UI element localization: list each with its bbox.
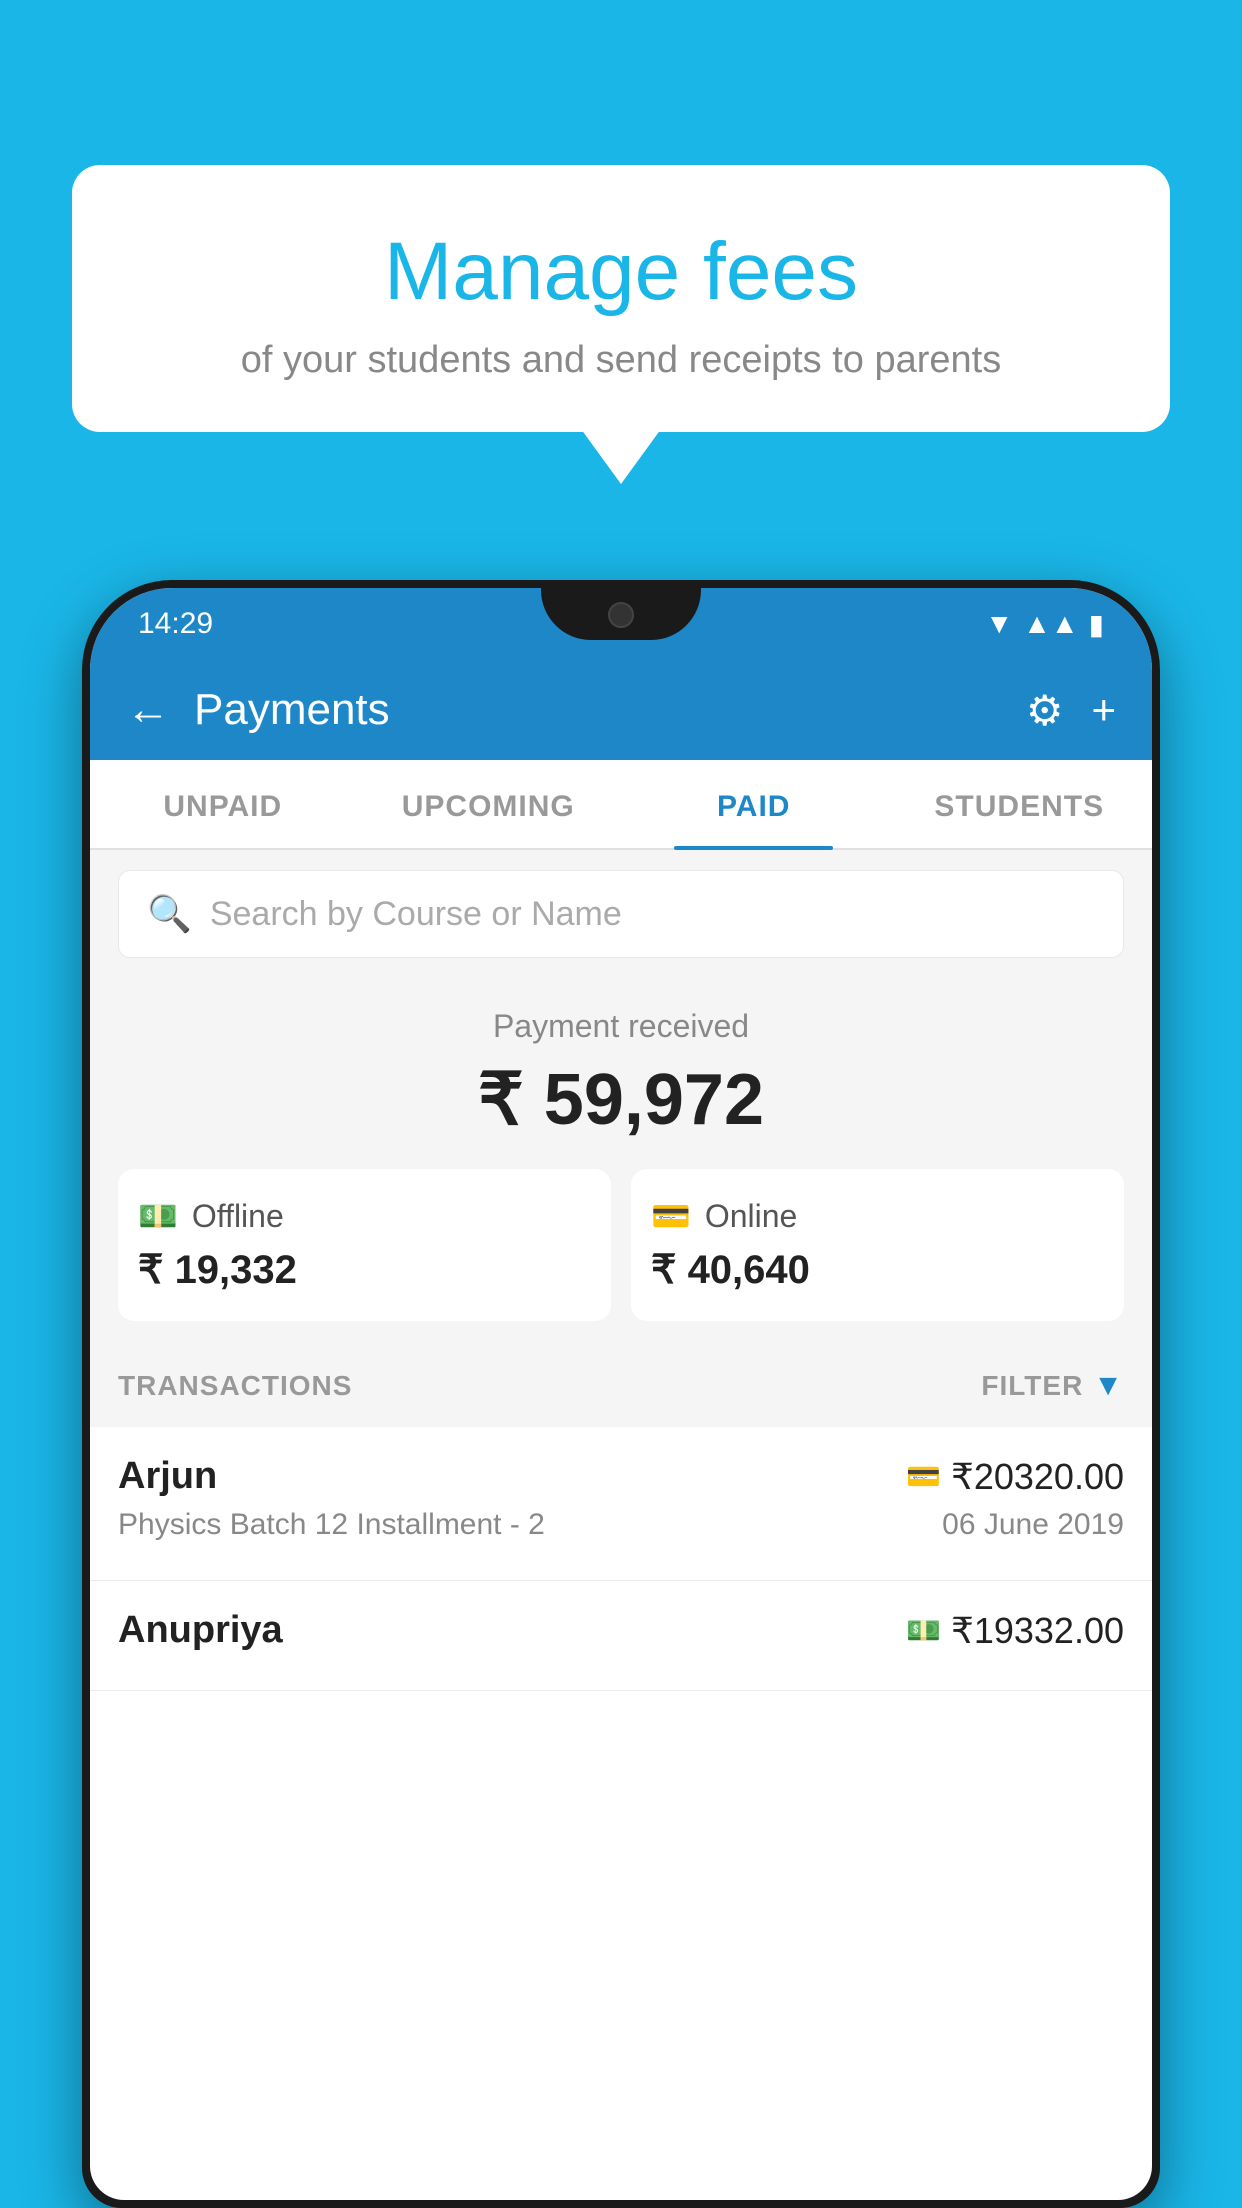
card-payment-icon-1: 💳: [906, 1460, 941, 1493]
online-amount: ₹ 40,640: [651, 1247, 1104, 1293]
transaction-item-anupriya[interactable]: Anupriya 💵 ₹19332.00: [90, 1581, 1152, 1691]
tab-students[interactable]: STUDENTS: [887, 760, 1153, 848]
transaction-row-2: Anupriya 💵 ₹19332.00: [118, 1609, 1124, 1652]
tabs: UNPAID UPCOMING PAID STUDENTS: [90, 760, 1152, 850]
payment-cards: 💵 Offline ₹ 19,332 💳 Online ₹ 40,640: [118, 1169, 1124, 1321]
online-label: Online: [705, 1198, 798, 1235]
status-bar: 14:29 ▼ ▲▲ ▮: [90, 588, 1152, 660]
signal-icon: ▲▲: [1023, 608, 1078, 640]
transaction-detail-1: Physics Batch 12 Installment - 2: [118, 1508, 545, 1542]
tab-unpaid[interactable]: UNPAID: [90, 760, 356, 848]
bubble-title: Manage fees: [122, 225, 1120, 319]
transactions-header: TRANSACTIONS FILTER ▼: [90, 1345, 1152, 1427]
filter-button[interactable]: FILTER ▼: [981, 1369, 1124, 1403]
online-card-header: 💳 Online: [651, 1197, 1104, 1235]
transaction-amount-container-2: 💵 ₹19332.00: [906, 1610, 1124, 1652]
transaction-row-1: Arjun 💳 ₹20320.00: [118, 1455, 1124, 1498]
notch: [541, 588, 701, 640]
payment-summary: Payment received ₹ 59,972 💵 Offline ₹ 19…: [90, 978, 1152, 1345]
app-title: Payments: [194, 685, 1002, 735]
wifi-icon: ▼: [985, 608, 1013, 640]
speech-bubble: Manage fees of your students and send re…: [72, 165, 1170, 432]
status-icons: ▼ ▲▲ ▮: [985, 608, 1104, 641]
battery-icon: ▮: [1089, 608, 1104, 641]
search-bar[interactable]: 🔍 Search by Course or Name: [118, 870, 1124, 958]
tab-paid[interactable]: PAID: [621, 760, 887, 848]
transaction-name-1: Arjun: [118, 1455, 217, 1498]
cash-icon: 💵: [138, 1197, 178, 1235]
card-icon: 💳: [651, 1197, 691, 1235]
filter-icon: ▼: [1093, 1369, 1124, 1403]
search-icon: 🔍: [147, 893, 192, 935]
transaction-detail-row-1: Physics Batch 12 Installment - 2 06 June…: [118, 1508, 1124, 1542]
transaction-amount-1: ₹20320.00: [951, 1456, 1124, 1498]
transactions-label: TRANSACTIONS: [118, 1370, 352, 1402]
filter-label: FILTER: [981, 1370, 1083, 1402]
payment-received-label: Payment received: [118, 1008, 1124, 1045]
transaction-item-arjun[interactable]: Arjun 💳 ₹20320.00 Physics Batch 12 Insta…: [90, 1427, 1152, 1581]
transaction-name-2: Anupriya: [118, 1609, 283, 1652]
app-bar: ← Payments ⚙ +: [90, 660, 1152, 760]
app-bar-actions: ⚙ +: [1026, 686, 1116, 735]
offline-card-header: 💵 Offline: [138, 1197, 591, 1235]
phone-screen: 14:29 ▼ ▲▲ ▮ ← Payments ⚙ + UNPAID: [90, 588, 1152, 2200]
transaction-amount-2: ₹19332.00: [951, 1610, 1124, 1652]
offline-card: 💵 Offline ₹ 19,332: [118, 1169, 611, 1321]
payment-total-amount: ₹ 59,972: [118, 1057, 1124, 1141]
transaction-amount-container-1: 💳 ₹20320.00: [906, 1456, 1124, 1498]
online-card: 💳 Online ₹ 40,640: [631, 1169, 1124, 1321]
offline-amount: ₹ 19,332: [138, 1247, 591, 1293]
back-button[interactable]: ←: [126, 685, 170, 735]
search-input[interactable]: Search by Course or Name: [210, 895, 622, 934]
cash-payment-icon-2: 💵: [906, 1614, 941, 1647]
offline-label: Offline: [192, 1198, 284, 1235]
bubble-subtitle: of your students and send receipts to pa…: [122, 339, 1120, 382]
settings-icon[interactable]: ⚙: [1026, 686, 1064, 735]
add-icon[interactable]: +: [1091, 686, 1116, 734]
transaction-date-1: 06 June 2019: [942, 1508, 1124, 1542]
phone-frame: 14:29 ▼ ▲▲ ▮ ← Payments ⚙ + UNPAID: [82, 580, 1160, 2208]
status-time: 14:29: [138, 607, 213, 641]
search-container: 🔍 Search by Course or Name: [90, 850, 1152, 978]
tab-upcoming[interactable]: UPCOMING: [356, 760, 622, 848]
camera: [608, 602, 634, 628]
